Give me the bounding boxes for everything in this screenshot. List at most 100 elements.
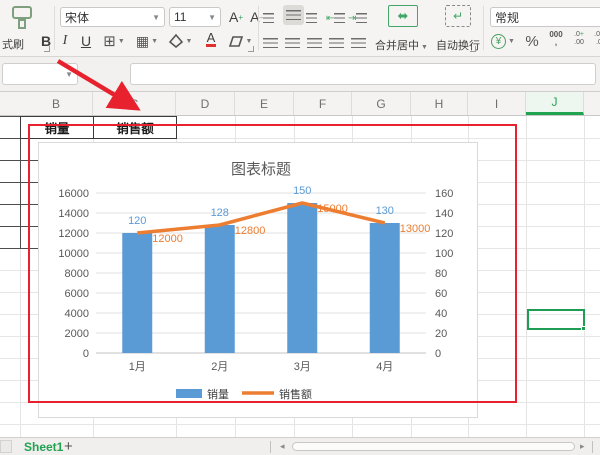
chart-line-label: 12800 (235, 225, 266, 237)
shrink-text-icon (351, 38, 366, 49)
embedded-chart[interactable]: 0200040006000800010000120001400016000020… (38, 142, 478, 418)
align-top-button[interactable] (263, 8, 274, 28)
column-header-I[interactable]: I (468, 92, 526, 115)
chart-svg: 0200040006000800010000120001400016000020… (39, 143, 479, 419)
chevron-down-icon: ▼ (152, 13, 160, 22)
percent-button[interactable]: % (523, 31, 541, 51)
chart-bar (122, 233, 152, 353)
currency-button[interactable]: ¥▼ (490, 31, 516, 51)
alignment-group-dialog-launcher[interactable] (470, 46, 476, 52)
increase-decimal-button[interactable]: .0+.00 (569, 29, 589, 49)
table-border (0, 248, 38, 249)
chart-right-tick: 120 (435, 228, 453, 240)
table-border (0, 204, 38, 205)
chart-left-tick: 4000 (65, 308, 89, 320)
grid-line (0, 424, 600, 425)
chart-line-label: 13000 (400, 223, 431, 235)
font-color-icon: A (206, 31, 217, 47)
chart-bar-label: 128 (211, 207, 229, 219)
chart-category-label: 4月 (376, 361, 393, 373)
table-border (0, 226, 38, 227)
column-header-H[interactable]: H (411, 92, 468, 115)
fill-handle[interactable] (581, 326, 586, 331)
column-header-E[interactable]: E (235, 92, 294, 115)
merge-center-icon[interactable]: ⬌ (388, 5, 418, 27)
shrink-text-button[interactable] (351, 33, 366, 53)
align-center-button[interactable] (285, 33, 300, 53)
borders-button[interactable]: ⊞ ▼ (100, 31, 128, 51)
scroll-right-icon[interactable]: ▸ (580, 441, 585, 452)
fill-color-button[interactable]: ▼ (166, 31, 194, 51)
chart-left-tick: 6000 (65, 288, 89, 300)
chart-right-tick: 80 (435, 268, 447, 280)
column-header-F[interactable]: F (294, 92, 352, 115)
font-color-button[interactable]: A (198, 29, 224, 49)
chart-bar (287, 203, 317, 353)
add-sheet-button[interactable]: + (64, 438, 73, 455)
underline-button[interactable]: U (78, 31, 94, 51)
table-border (0, 160, 38, 161)
grid-line (584, 116, 585, 437)
format-painter-label[interactable]: 式刷 (2, 36, 24, 52)
font-name-combo[interactable]: 宋体 ▼ (60, 7, 165, 27)
wrap-text-icon[interactable]: ↵ (445, 5, 471, 27)
align-middle-button[interactable] (283, 5, 304, 25)
currency-icon: ¥ (491, 34, 506, 49)
align-bottom-button[interactable] (306, 8, 317, 28)
grow-font-label: A (229, 9, 238, 25)
sheet-tab-sheet1[interactable]: Sheet1 (24, 440, 63, 454)
chart-category-label: 1月 (129, 361, 146, 373)
align-bottom-icon (306, 13, 317, 24)
format-painter-icon[interactable] (10, 5, 36, 34)
column-header-J[interactable]: J (526, 92, 584, 115)
bold-button[interactable]: B (38, 31, 54, 51)
chart-category-label: 3月 (294, 361, 311, 373)
chart-left-tick: 12000 (58, 228, 89, 240)
decrease-decimal-button[interactable]: .00.0 (590, 29, 600, 49)
eraser-icon (228, 35, 244, 48)
font-name-value: 宋体 (65, 9, 149, 26)
chart-left-tick: 14000 (58, 208, 89, 220)
thousands-separator-button[interactable]: 000, (545, 29, 567, 49)
active-cell[interactable] (527, 309, 585, 330)
table-border (0, 182, 38, 183)
align-left-icon (263, 38, 278, 49)
horizontal-scrollbar[interactable] (292, 442, 575, 451)
chart-bar-label: 130 (376, 205, 394, 217)
justify-button[interactable] (329, 33, 344, 53)
grid-line (526, 116, 527, 437)
align-right-button[interactable] (307, 33, 322, 53)
align-right-icon (307, 38, 322, 49)
tab-scroller[interactable] (0, 440, 12, 453)
align-left-button[interactable] (263, 33, 278, 53)
increase-indent-icon (356, 13, 367, 24)
ribbon-toolbar: 式刷 宋体 ▼ 11 ▼ A+ A– B I U ⊞ ▼ ▦ ▼ (0, 0, 600, 57)
font-group-dialog-launcher[interactable] (248, 46, 254, 52)
legend-label: 销售额 (279, 387, 312, 401)
chart-line-label: 12000 (152, 233, 183, 245)
font-size-value: 11 (174, 10, 205, 24)
increase-indent-button[interactable]: ⇥ (348, 8, 367, 28)
decrease-indent-button[interactable]: ⇤ (326, 8, 345, 28)
chart-right-tick: 0 (435, 348, 441, 360)
shading-button[interactable]: ▦ ▼ (133, 31, 161, 51)
column-header-G[interactable]: G (352, 92, 411, 115)
align-top-icon (263, 13, 274, 24)
merge-center-button[interactable]: 合并居中▼ (375, 37, 428, 53)
number-format-combo[interactable]: 常规 (490, 7, 600, 27)
grow-font-button[interactable]: A+ (227, 7, 245, 27)
shading-icon: ▦ (136, 33, 149, 50)
paint-bucket-icon (168, 34, 184, 48)
chevron-down-icon: ▼ (208, 13, 216, 22)
number-format-value: 常规 (495, 9, 597, 26)
italic-button[interactable]: I (58, 31, 72, 51)
chart-right-tick: 140 (435, 208, 453, 220)
font-size-combo[interactable]: 11 ▼ (169, 7, 221, 27)
chart-category-label: 2月 (211, 361, 228, 373)
chart-left-tick: 8000 (65, 268, 89, 280)
formula-input[interactable] (130, 63, 596, 85)
sheet-tab-bar: Sheet1 + ◂ ▸ (0, 437, 600, 455)
chart-right-tick: 20 (435, 328, 447, 340)
column-header-D[interactable]: D (176, 92, 235, 115)
scroll-left-icon[interactable]: ◂ (280, 441, 285, 452)
